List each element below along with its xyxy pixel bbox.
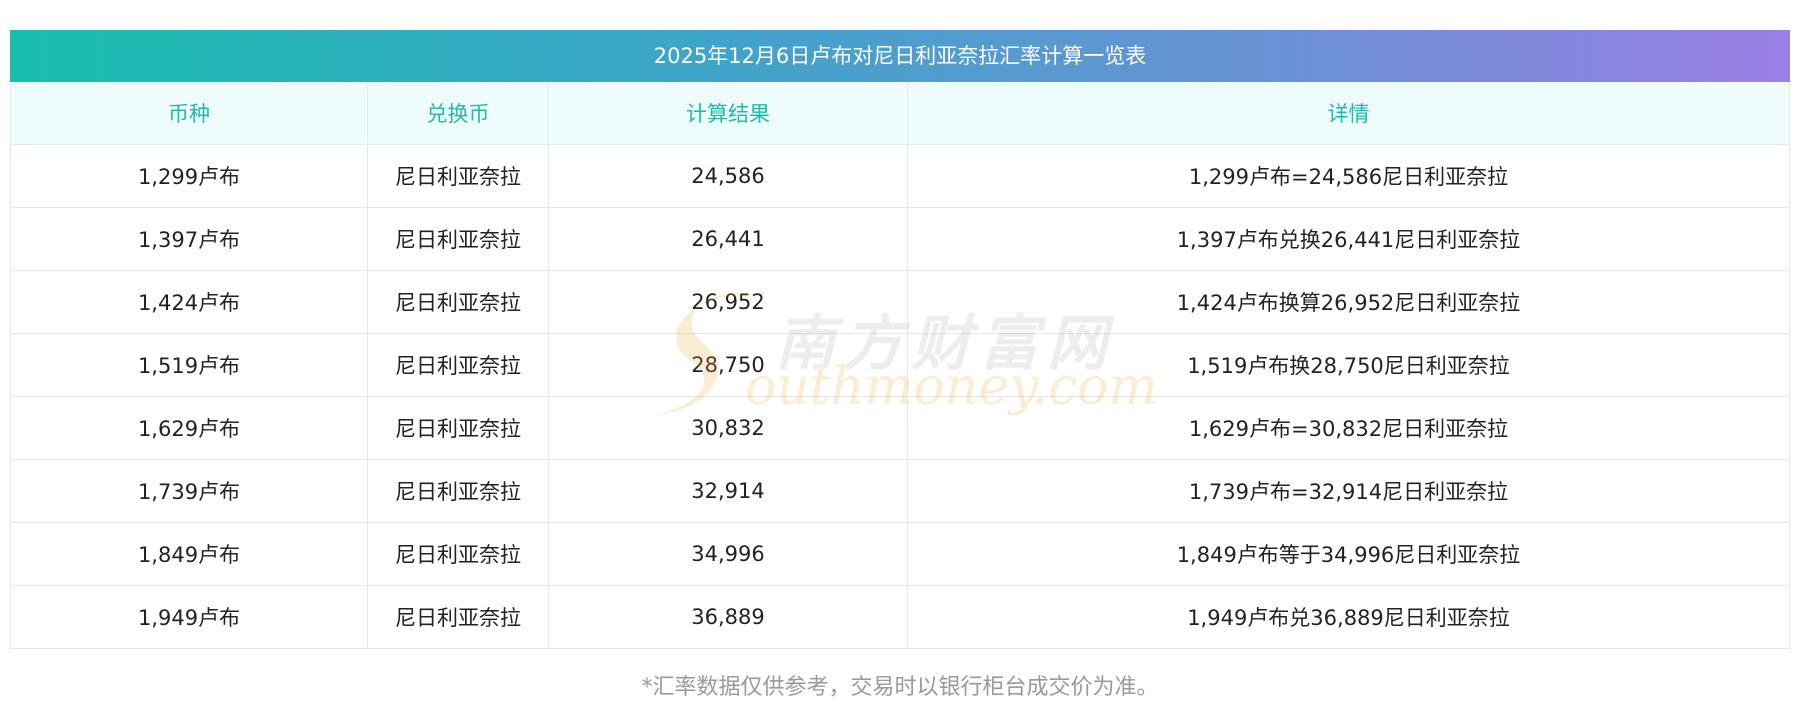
- cell-target: 尼日利亚奈拉: [367, 270, 549, 334]
- header-result: 计算结果: [548, 82, 908, 145]
- cell-target: 尼日利亚奈拉: [367, 396, 549, 460]
- cell-result: 26,952: [548, 270, 908, 334]
- cell-result: 30,832: [548, 396, 908, 460]
- disclaimer-note: *汇率数据仅供参考，交易时以银行柜台成交价为准。: [641, 675, 1159, 700]
- table-row: 1,629卢布 尼日利亚奈拉 30,832 1,629卢布=30,832尼日利亚…: [10, 396, 1790, 460]
- cell-target: 尼日利亚奈拉: [367, 459, 549, 523]
- cell-detail: 1,299卢布=24,586尼日利亚奈拉: [907, 144, 1790, 208]
- rate-table-container: 2025年12月6日卢布对尼日利亚奈拉汇率计算一览表 币种 兑换币 计算结果 详…: [10, 30, 1790, 701]
- cell-target: 尼日利亚奈拉: [367, 522, 549, 586]
- rate-table: 币种 兑换币 计算结果 详情 1,299卢布 尼日利亚奈拉 24,586 1,2…: [10, 82, 1790, 649]
- cell-currency: 1,849卢布: [10, 522, 368, 586]
- cell-detail: 1,949卢布兑36,889尼日利亚奈拉: [907, 585, 1790, 649]
- cell-detail: 1,519卢布换28,750尼日利亚奈拉: [907, 333, 1790, 397]
- table-row: 1,739卢布 尼日利亚奈拉 32,914 1,739卢布=32,914尼日利亚…: [10, 459, 1790, 523]
- cell-detail: 1,629卢布=30,832尼日利亚奈拉: [907, 396, 1790, 460]
- table-row: 1,519卢布 尼日利亚奈拉 28,750 1,519卢布换28,750尼日利亚…: [10, 333, 1790, 397]
- cell-detail: 1,849卢布等于34,996尼日利亚奈拉: [907, 522, 1790, 586]
- cell-currency: 1,424卢布: [10, 270, 368, 334]
- cell-target: 尼日利亚奈拉: [367, 585, 549, 649]
- table-row: 1,424卢布 尼日利亚奈拉 26,952 1,424卢布换算26,952尼日利…: [10, 270, 1790, 334]
- table-title: 2025年12月6日卢布对尼日利亚奈拉汇率计算一览表: [10, 30, 1790, 82]
- cell-result: 36,889: [548, 585, 908, 649]
- cell-detail: 1,739卢布=32,914尼日利亚奈拉: [907, 459, 1790, 523]
- cell-target: 尼日利亚奈拉: [367, 144, 549, 208]
- cell-currency: 1,519卢布: [10, 333, 368, 397]
- cell-detail: 1,397卢布兑换26,441尼日利亚奈拉: [907, 207, 1790, 271]
- cell-currency: 1,949卢布: [10, 585, 368, 649]
- table-row: 1,397卢布 尼日利亚奈拉 26,441 1,397卢布兑换26,441尼日利…: [10, 207, 1790, 271]
- table-header-row: 币种 兑换币 计算结果 详情: [10, 82, 1790, 145]
- header-target-currency: 兑换币: [367, 82, 549, 145]
- table-row: 1,299卢布 尼日利亚奈拉 24,586 1,299卢布=24,586尼日利亚…: [10, 144, 1790, 208]
- header-detail: 详情: [907, 82, 1790, 145]
- cell-result: 24,586: [548, 144, 908, 208]
- header-currency: 币种: [10, 82, 368, 145]
- cell-detail: 1,424卢布换算26,952尼日利亚奈拉: [907, 270, 1790, 334]
- cell-result: 28,750: [548, 333, 908, 397]
- cell-result: 34,996: [548, 522, 908, 586]
- cell-target: 尼日利亚奈拉: [367, 333, 549, 397]
- cell-currency: 1,397卢布: [10, 207, 368, 271]
- cell-result: 26,441: [548, 207, 908, 271]
- cell-target: 尼日利亚奈拉: [367, 207, 549, 271]
- cell-currency: 1,629卢布: [10, 396, 368, 460]
- table-row: 1,949卢布 尼日利亚奈拉 36,889 1,949卢布兑36,889尼日利亚…: [10, 585, 1790, 649]
- cell-currency: 1,299卢布: [10, 144, 368, 208]
- cell-currency: 1,739卢布: [10, 459, 368, 523]
- table-row: 1,849卢布 尼日利亚奈拉 34,996 1,849卢布等于34,996尼日利…: [10, 522, 1790, 586]
- cell-result: 32,914: [548, 459, 908, 523]
